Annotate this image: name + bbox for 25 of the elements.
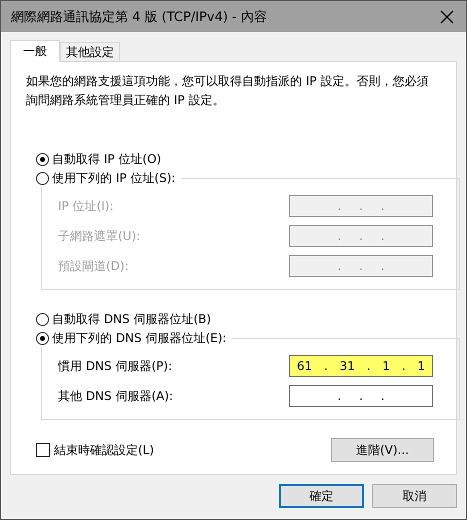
checkbox[interactable] xyxy=(36,443,50,457)
radio-button[interactable] xyxy=(36,172,49,185)
advanced-button[interactable]: 進階(V)... xyxy=(331,438,434,462)
dialog-button[interactable]: 取消 xyxy=(372,484,457,508)
window-title: 網際網路通訊協定第 4 版 (TCP/IPv4) - 內容 xyxy=(11,8,267,26)
tab[interactable]: 其他設定 xyxy=(60,42,120,61)
field-label: IP 位址(I): xyxy=(58,198,114,214)
description-text: 如果您的網路支援這項功能，您可以取得自動指派的 IP 設定。否則，您必須詢問網路系統管理員正確的 IP 設定。 xyxy=(26,73,430,109)
radio-button[interactable] xyxy=(36,312,49,326)
field-label: 慣用 DNS 伺服器(P): xyxy=(58,358,172,374)
tab[interactable]: 一般 xyxy=(10,40,60,62)
radio-label[interactable]: 使用下列的 DNS 伺服器位址(E): xyxy=(52,330,226,347)
dialog-button[interactable]: 確定 xyxy=(279,484,364,508)
radio-button[interactable] xyxy=(36,332,49,345)
ip-address-field[interactable]: . . . xyxy=(289,385,433,407)
field-label: 預設閘道(D): xyxy=(58,258,129,274)
ip-address-field[interactable]: 61 . 31 . 1 . 1 xyxy=(289,355,433,377)
radio-label[interactable]: 自動取得 DNS 伺服器位址(B) xyxy=(52,310,212,328)
close-icon[interactable] xyxy=(440,10,454,24)
field-label: 子網路遮罩(U): xyxy=(58,228,140,244)
checkbox-label[interactable]: 結束時確認設定(L) xyxy=(54,442,154,458)
radio-button[interactable] xyxy=(36,152,49,166)
field-label: 其他 DNS 伺服器(A): xyxy=(58,388,174,404)
radio-label[interactable]: 自動取得 IP 位址(O) xyxy=(52,150,162,168)
radio-label[interactable]: 使用下列的 IP 位址(S): xyxy=(52,170,176,187)
